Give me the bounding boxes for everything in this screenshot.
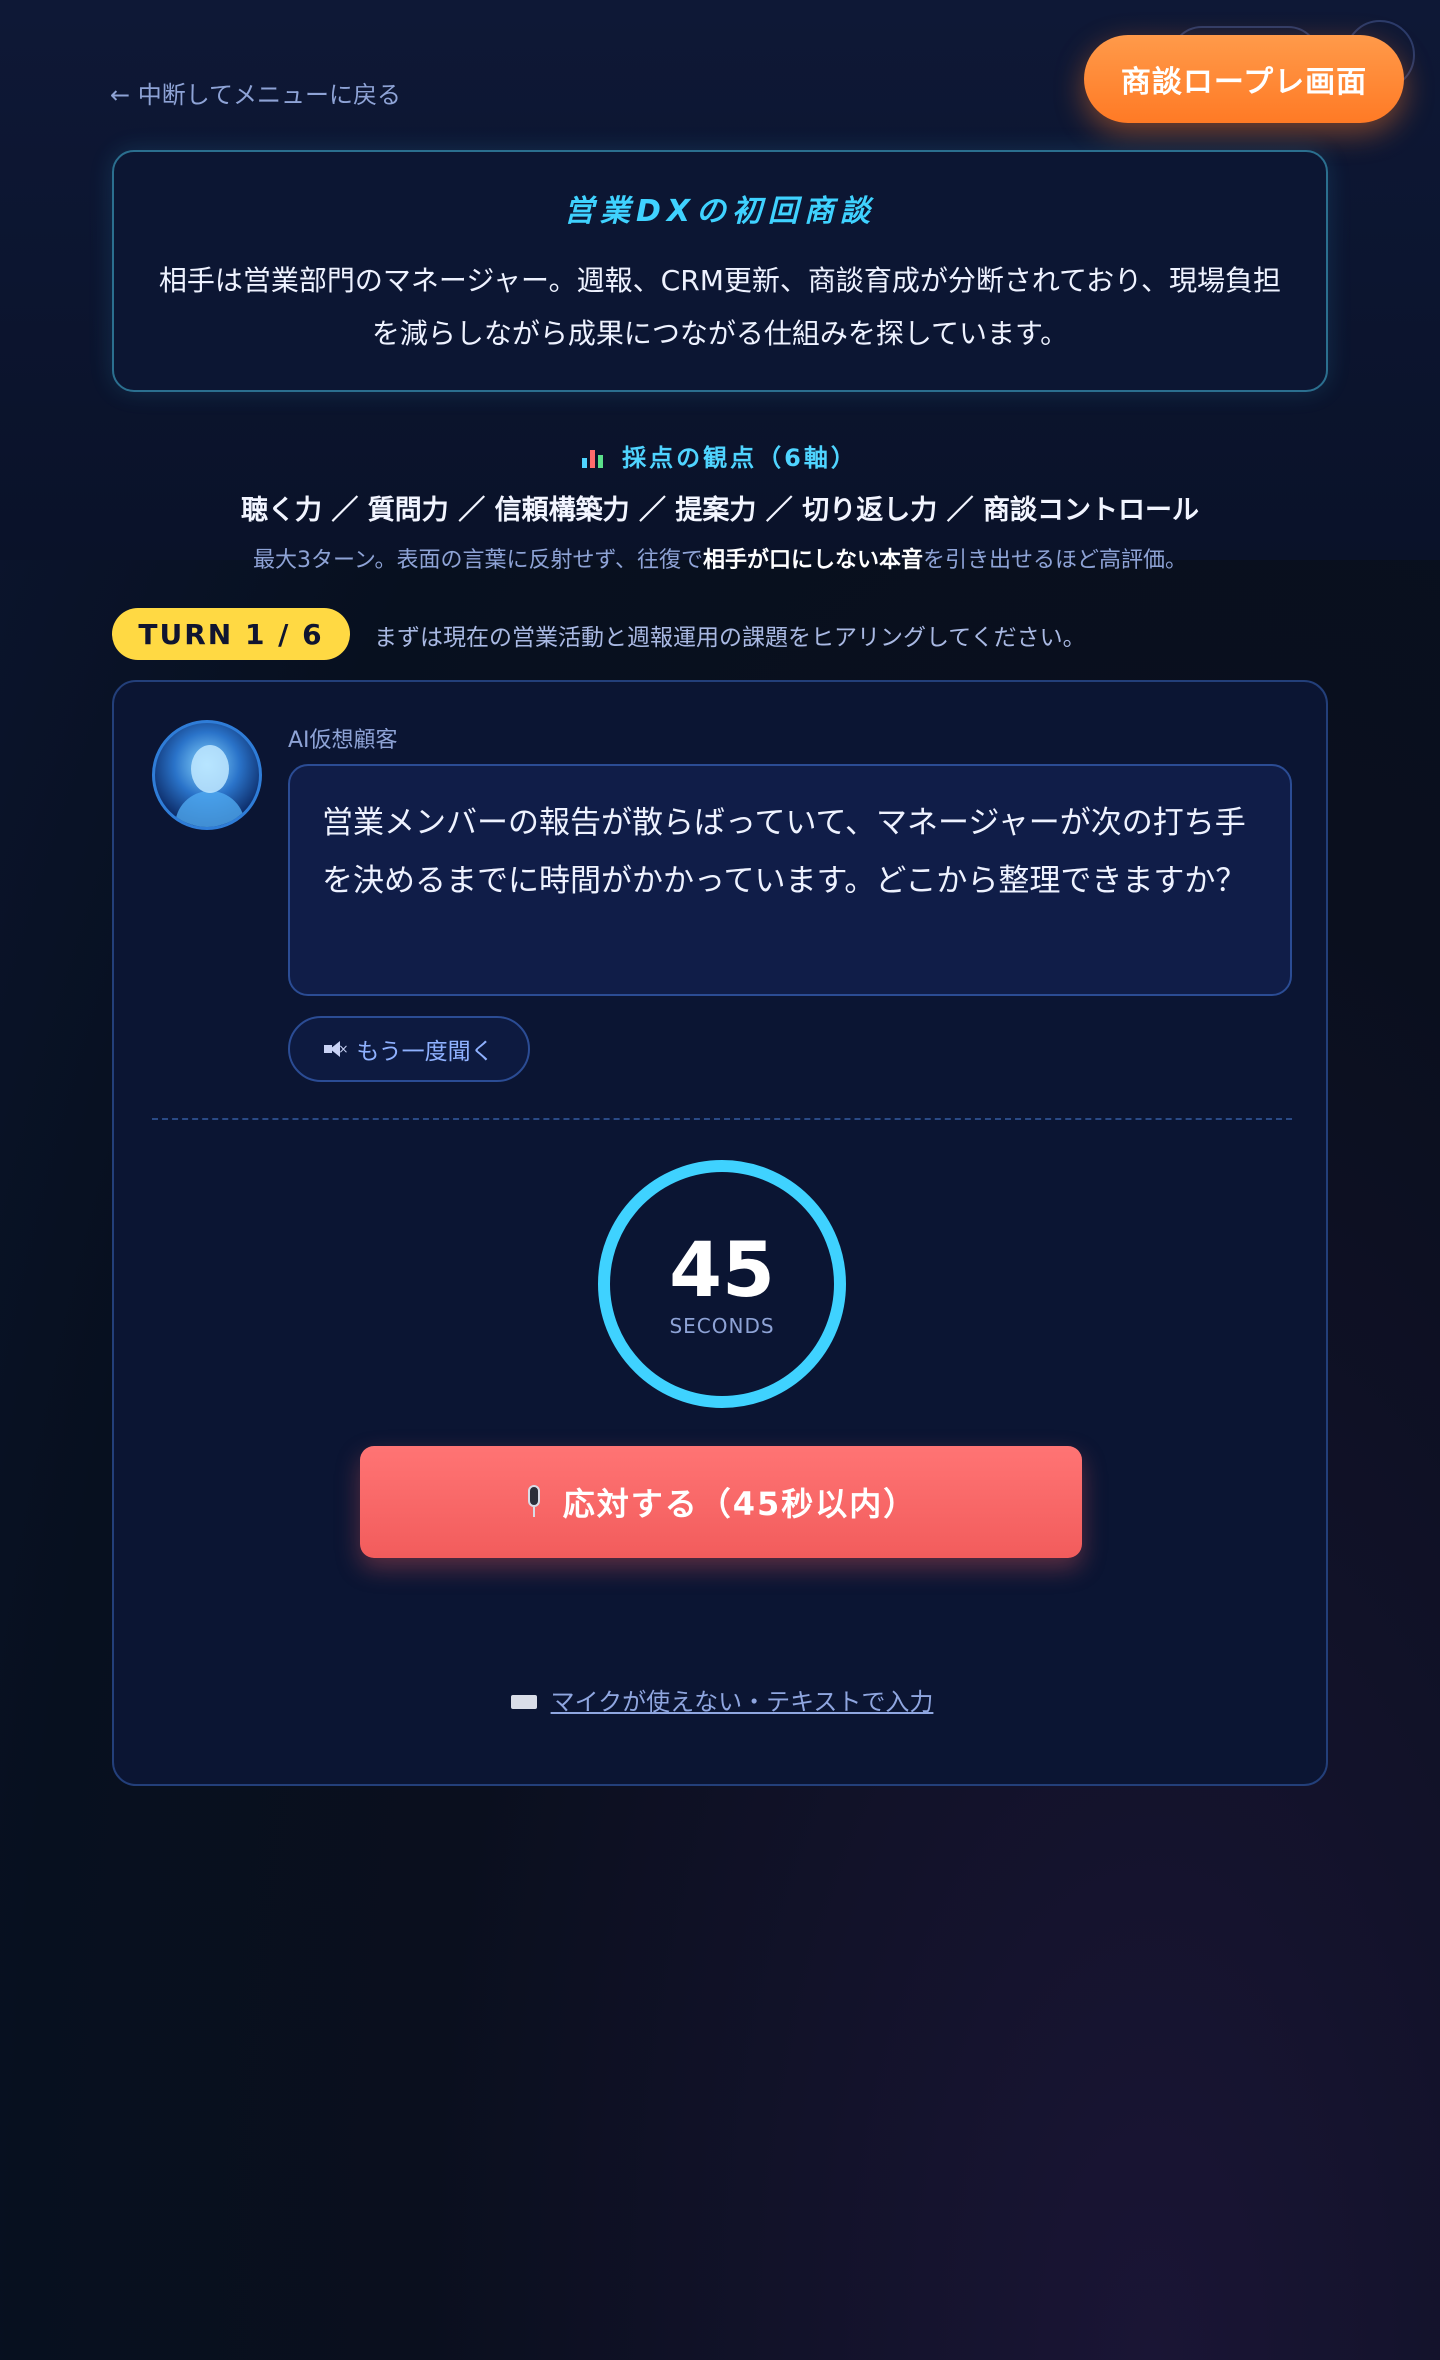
conversation-card: AI仮想顧客 営業メンバーの報告が散らばっていて、マネージャーが次の打ち手を決め… (112, 680, 1328, 1786)
criteria-heading: 採点の観点（6軸） (0, 438, 1440, 473)
respond-button[interactable]: 応対する（45秒以内） (360, 1446, 1082, 1558)
bar-chart-icon (582, 448, 604, 468)
back-to-menu-link[interactable]: ← 中断してメニューに戻る (110, 76, 402, 109)
scenario-title: 営業DXの初回商談 (563, 194, 877, 229)
text-input-link[interactable]: マイクが使えない・テキストで入力 (114, 1682, 1330, 1717)
roleplay-page: 商談ロープレ画面 ← 中断してメニューに戻る 営業DXの初回商談 相手は営業部門… (0, 0, 1440, 2360)
criteria-note-emphasis: 相手が口にしない本音 (703, 548, 924, 573)
speaker-name: AI仮想顧客 (288, 728, 398, 753)
scenario-description: 相手は営業部門のマネージャー。週報、CRM更新、商談育成が分断されており、現場負… (158, 264, 1282, 350)
criteria-axes: 聴く力 ／ 質問力 ／ 信頼構築力 ／ 提案力 ／ 切り返し力 ／ 商談コントロ… (241, 495, 1199, 526)
avatar-face-shape (191, 745, 229, 793)
microphone-icon (525, 1485, 543, 1519)
timer-value: 45 (669, 1225, 775, 1314)
criteria-title-text: 採点の観点（6軸） (622, 444, 858, 472)
keyboard-icon (510, 1695, 537, 1709)
respond-button-label: 応対する（45秒以内） (562, 1485, 918, 1523)
timer-unit: SECONDS (669, 1314, 775, 1338)
speaker-icon: × (324, 1040, 348, 1058)
customer-message-bubble: 営業メンバーの報告が散らばっていて、マネージャーが次の打ち手を決めるまでに時間が… (288, 764, 1292, 996)
criteria-note: 最大3ターン。表面の言葉に反射せず、往復で相手が口にしない本音を引き出せるほど高… (0, 542, 1440, 574)
text-input-link-label: マイクが使えない・テキストで入力 (550, 1688, 934, 1716)
countdown-timer: 45 SECONDS (598, 1160, 846, 1408)
screen-title-badge: 商談ロープレ画面 (1084, 35, 1404, 123)
section-divider (152, 1118, 1292, 1120)
replay-button-label: もう一度聞く (356, 1039, 494, 1065)
replay-button[interactable]: × もう一度聞く (288, 1016, 530, 1082)
scenario-card: 営業DXの初回商談 相手は営業部門のマネージャー。週報、CRM更新、商談育成が分… (112, 150, 1328, 392)
turn-hint: まずは現在の営業活動と週報運用の課題をヒアリングしてください。 (374, 625, 1086, 651)
criteria-note-before: 最大3ターン。表面の言葉に反射せず、往復で (252, 548, 703, 573)
customer-avatar (152, 720, 262, 830)
turn-badge: TURN 1 / 6 (112, 608, 350, 660)
back-link-label: ← 中断してメニューに戻る (110, 80, 402, 109)
avatar-body-shape (175, 791, 245, 827)
criteria-note-after: を引き出せるほど高評価。 (923, 548, 1188, 573)
